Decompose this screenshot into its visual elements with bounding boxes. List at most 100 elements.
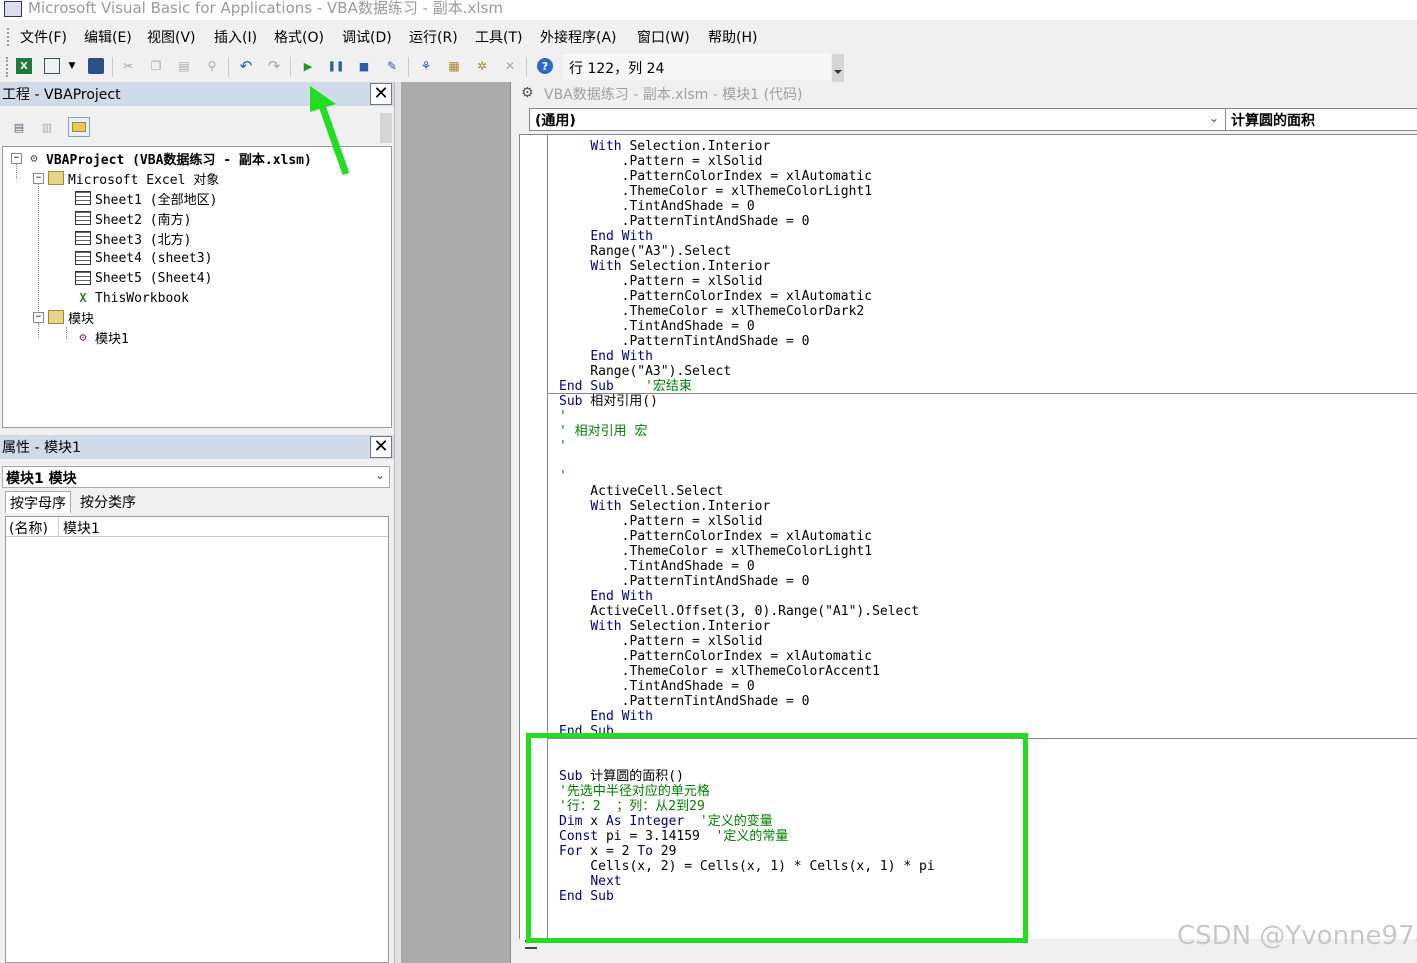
insert-userform-icon[interactable] bbox=[44, 58, 60, 74]
object-combo[interactable]: (通用) ⌄ bbox=[529, 108, 1226, 131]
toolbar-separator bbox=[112, 57, 113, 77]
object-browser-icon[interactable]: ✲ bbox=[474, 58, 490, 74]
code-window-title: VBA数据练习 - 副本.xlsm - 模块1 (代码) bbox=[544, 87, 803, 103]
run-icon[interactable]: ▶ bbox=[300, 58, 316, 74]
project-tree: − ⚙ VBAProject (VBA数据练习 - 副本.xlsm) − Mic… bbox=[2, 146, 392, 428]
properties-icon[interactable]: ▦ bbox=[446, 58, 462, 74]
menu-insert[interactable]: 插入(I) bbox=[214, 27, 257, 47]
worksheet-icon bbox=[75, 191, 91, 205]
paste-icon[interactable]: ▤ bbox=[176, 58, 192, 74]
vba-app-icon bbox=[4, 1, 22, 17]
code-line: Range("A3").Select bbox=[559, 244, 732, 259]
module-icon: ⚙ bbox=[521, 85, 534, 101]
undo-icon[interactable]: ↶ bbox=[238, 57, 254, 75]
code-line: With Selection.Interior bbox=[590, 619, 771, 634]
code-line: .ThemeColor = xlThemeColorLight1 bbox=[559, 544, 873, 559]
project-explorer-icon[interactable]: ⚘ bbox=[418, 58, 434, 74]
code-editor[interactable]: With Selection.Interior .Pattern = xlSol… bbox=[519, 134, 1417, 940]
project-toolbar-options-icon[interactable] bbox=[380, 113, 392, 143]
toolbox-icon[interactable]: ✕ bbox=[502, 58, 518, 74]
tree-item-sheet4[interactable]: Sheet4 (sheet3) bbox=[75, 248, 212, 268]
menu-window[interactable]: 窗口(W) bbox=[637, 27, 690, 47]
tree-folder-modules[interactable]: − 模块 bbox=[33, 307, 94, 327]
view-code-icon[interactable]: ▤ bbox=[8, 117, 30, 137]
toggle-folders-icon[interactable] bbox=[68, 117, 90, 137]
menu-bar: 文件(F) 编辑(E) 视图(V) 插入(I) 格式(O) 调试(D) 运行(R… bbox=[0, 24, 1417, 50]
horizontal-scrollbar[interactable] bbox=[584, 939, 804, 943]
code-line: End With bbox=[590, 229, 653, 244]
cut-icon[interactable]: ✂ bbox=[120, 58, 136, 74]
tree-item-label: Sheet3 (北方) bbox=[95, 232, 192, 248]
tree-item-label: 模块1 bbox=[95, 331, 129, 347]
menu-debug[interactable]: 调试(D) bbox=[342, 27, 392, 47]
close-project-panel-button[interactable]: ✕ bbox=[370, 83, 392, 105]
property-value[interactable]: 模块1 bbox=[63, 518, 100, 538]
save-icon[interactable] bbox=[88, 58, 104, 74]
tree-root-vbaproject[interactable]: − ⚙ VBAProject (VBA数据练习 - 副本.xlsm) bbox=[11, 148, 312, 168]
code-line: ActiveCell.Offset(3, 0).Range("A1").Sele… bbox=[559, 604, 920, 619]
tree-item-label: Sheet5 (Sheet4) bbox=[95, 270, 213, 286]
excel-icon[interactable]: X bbox=[16, 58, 32, 74]
collapse-icon[interactable]: − bbox=[33, 172, 44, 184]
code-line: .PatternColorIndex = xlAutomatic bbox=[559, 649, 873, 664]
menu-file[interactable]: 文件(F) bbox=[20, 27, 67, 47]
code-line: .TintAndShade = 0 bbox=[559, 559, 755, 574]
code-line: ' bbox=[559, 439, 567, 454]
code-line: .TintAndShade = 0 bbox=[559, 199, 755, 214]
view-object-icon[interactable]: ▥ bbox=[36, 117, 58, 137]
tree-item-sheet1[interactable]: Sheet1 (全部地区) bbox=[75, 188, 217, 208]
menubar-grip-icon[interactable] bbox=[7, 28, 9, 46]
menu-view[interactable]: 视图(V) bbox=[147, 27, 196, 47]
code-line: .PatternColorIndex = xlAutomatic bbox=[559, 169, 873, 184]
full-module-view-icon[interactable] bbox=[543, 940, 555, 949]
insert-dropdown-icon[interactable]: ▼ bbox=[64, 58, 80, 74]
tree-item-sheet3[interactable]: Sheet3 (北方) bbox=[75, 228, 191, 248]
tree-root-label: VBAProject (VBA数据练习 - 副本.xlsm) bbox=[46, 152, 312, 168]
toolbar-options-icon[interactable] bbox=[832, 54, 844, 82]
copy-icon[interactable]: ❐ bbox=[148, 58, 164, 74]
redo-icon[interactable]: ↷ bbox=[266, 57, 282, 75]
tree-item-thisworkbook[interactable]: X ThisWorkbook bbox=[75, 288, 189, 308]
pause-icon[interactable]: ❚❚ bbox=[328, 58, 345, 74]
stop-icon[interactable]: ■ bbox=[356, 58, 372, 74]
menu-tools[interactable]: 工具(T) bbox=[475, 27, 522, 47]
menu-addins[interactable]: 外接程序(A) bbox=[540, 27, 617, 47]
tree-folder-label: Microsoft Excel 对象 bbox=[68, 172, 220, 188]
pane-splitter[interactable] bbox=[394, 82, 401, 963]
tree-folder-label: 模块 bbox=[68, 311, 95, 327]
property-row-name[interactable]: (名称) 模块1 bbox=[6, 517, 388, 537]
menu-format[interactable]: 格式(O) bbox=[274, 27, 324, 47]
code-line: .TintAndShade = 0 bbox=[559, 679, 755, 694]
tree-item-module1[interactable]: ⚙ 模块1 bbox=[75, 327, 129, 347]
menu-run[interactable]: 运行(R) bbox=[409, 27, 458, 47]
collapse-icon[interactable]: − bbox=[33, 311, 44, 323]
tree-item-label: Sheet2 (南方) bbox=[95, 212, 192, 228]
menu-help[interactable]: 帮助(H) bbox=[708, 27, 757, 47]
toolbar-grip-icon[interactable] bbox=[6, 57, 8, 77]
find-icon[interactable]: ⚲ bbox=[204, 58, 220, 74]
folder-icon bbox=[48, 310, 64, 324]
tab-categorized[interactable]: 按分类序 bbox=[76, 491, 140, 513]
title-bar: Microsoft Visual Basic for Applications … bbox=[0, 0, 1417, 20]
code-line: ' bbox=[559, 469, 567, 484]
collapse-icon[interactable]: − bbox=[11, 152, 22, 164]
properties-object-select[interactable]: 模块1 模块 ⌄ bbox=[2, 466, 390, 488]
tab-alphabetic[interactable]: 按字母序 bbox=[5, 491, 71, 513]
code-line: End Sub bbox=[559, 889, 614, 904]
worksheet-icon bbox=[75, 211, 91, 225]
procedure-view-icon[interactable] bbox=[525, 940, 537, 949]
chevron-down-icon: ⌄ bbox=[374, 468, 385, 482]
close-properties-panel-button[interactable]: ✕ bbox=[370, 436, 392, 458]
procedure-combo[interactable]: 计算圆的面积 bbox=[1225, 108, 1417, 131]
code-line: .Pattern = xlSolid bbox=[559, 514, 763, 529]
procedure-separator bbox=[548, 738, 1417, 739]
code-line: Cells(x, 2) = Cells(x, 1) * Cells(x, 1) … bbox=[559, 859, 935, 874]
tree-item-sheet2[interactable]: Sheet2 (南方) bbox=[75, 208, 191, 228]
window-title: Microsoft Visual Basic for Applications … bbox=[28, 0, 504, 17]
menu-edit[interactable]: 编辑(E) bbox=[84, 27, 132, 47]
tree-item-sheet5[interactable]: Sheet5 (Sheet4) bbox=[75, 268, 212, 288]
help-icon[interactable]: ? bbox=[537, 58, 553, 74]
code-line: '行：2 ；列：从2到29 bbox=[559, 799, 705, 814]
design-mode-icon[interactable]: ✎ bbox=[384, 58, 400, 74]
tree-folder-excel-objects[interactable]: − Microsoft Excel 对象 bbox=[33, 168, 219, 188]
